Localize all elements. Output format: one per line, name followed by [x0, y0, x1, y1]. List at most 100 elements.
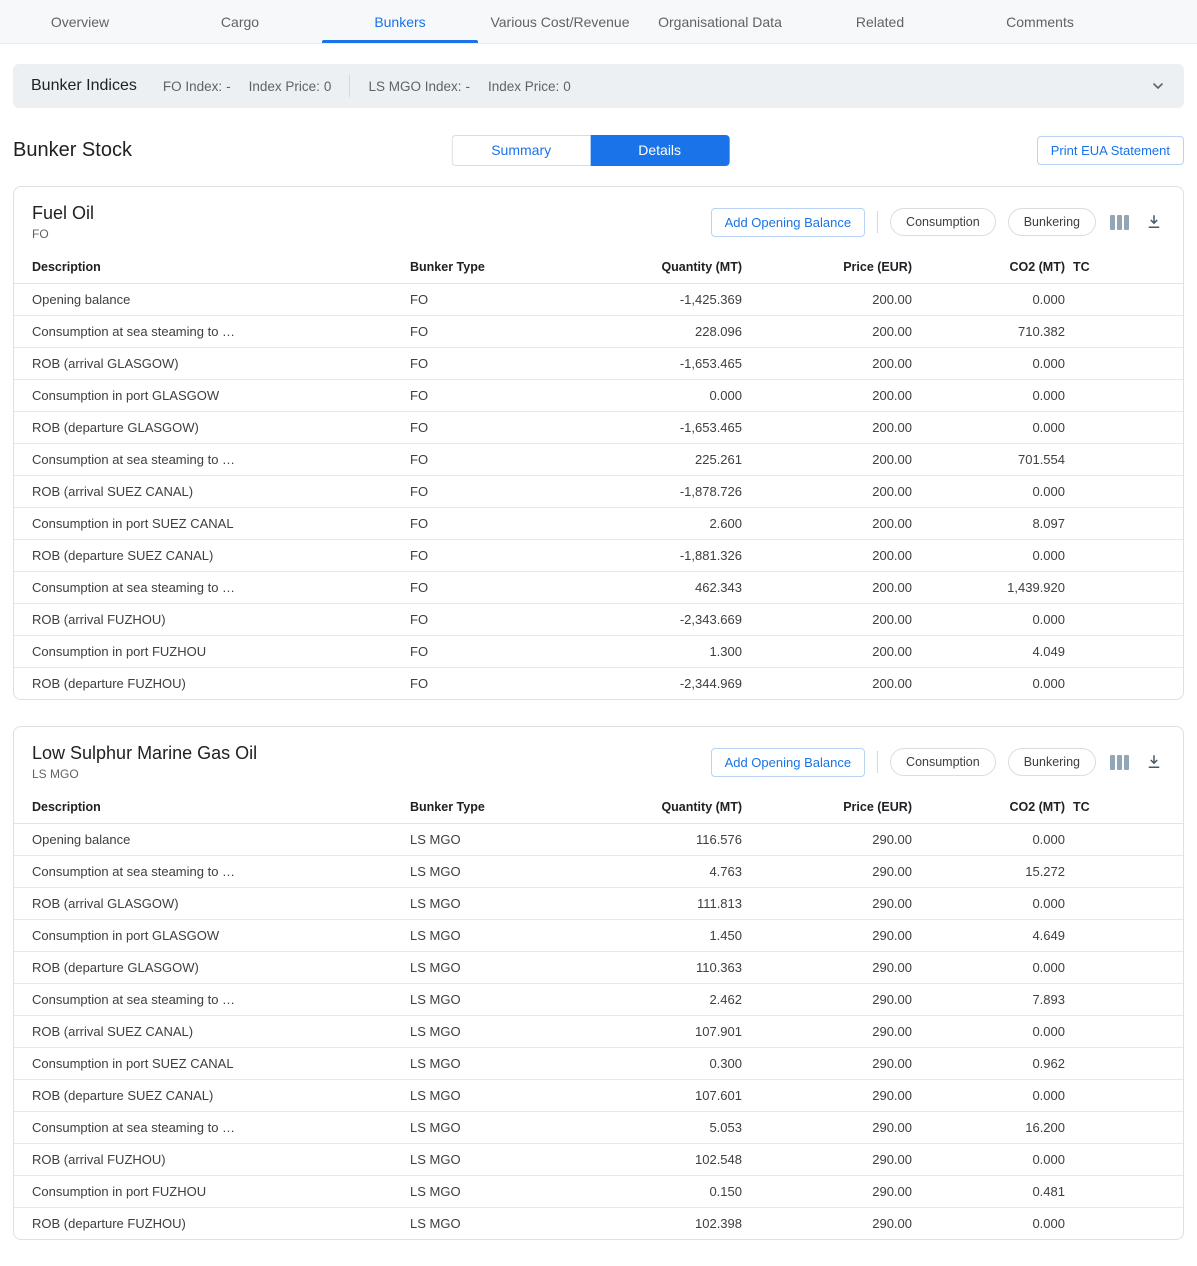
- table-cell: 200.00: [746, 636, 916, 668]
- table-cell: Consumption in port SUEZ CANAL: [14, 1048, 406, 1080]
- bunkering-button[interactable]: Bunkering: [1008, 208, 1096, 236]
- table-cell: 462.343: [633, 572, 746, 604]
- table-cell: LS MGO: [406, 824, 633, 856]
- table-row: Consumption in port GLASGOWFO 0.000200.00…: [14, 380, 1183, 412]
- print-eua-statement-button[interactable]: Print EUA Statement: [1037, 136, 1184, 165]
- table-cell: ROB (departure SUEZ CANAL): [14, 1080, 406, 1112]
- fo-index-price-label: Index Price:: [249, 79, 320, 94]
- consumption-button[interactable]: Consumption: [890, 208, 996, 236]
- table-cell: LS MGO: [406, 1112, 633, 1144]
- indices-divider: [349, 75, 350, 97]
- card-subtitle: FO: [32, 227, 94, 241]
- table-cell: 15.272: [916, 856, 1069, 888]
- table-row: ROB (arrival GLASGOW)FO-1,653.465200.000…: [14, 348, 1183, 380]
- table-cell: 200.00: [746, 476, 916, 508]
- download-icon[interactable]: [1143, 751, 1165, 773]
- table-cell: 2.600: [633, 508, 746, 540]
- header-quantity: Quantity (MT): [633, 251, 746, 284]
- card-title-block: Low Sulphur Marine Gas Oil LS MGO: [32, 743, 257, 781]
- table-cell: LS MGO: [406, 1048, 633, 1080]
- columns-icon[interactable]: [1108, 752, 1131, 773]
- tab-organisational-data[interactable]: Organisational Data: [640, 0, 800, 43]
- table-cell: 290.00: [746, 824, 916, 856]
- table-cell: LS MGO: [406, 952, 633, 984]
- table-cell: 0.000: [916, 476, 1069, 508]
- table-cell: 0.000: [916, 412, 1069, 444]
- table-cell: 290.00: [746, 1048, 916, 1080]
- tab-cargo[interactable]: Cargo: [160, 0, 320, 43]
- tab-comments[interactable]: Comments: [960, 0, 1120, 43]
- table-cell: 102.548: [633, 1144, 746, 1176]
- summary-details-toggle: Summary Details: [451, 135, 729, 166]
- table-cell: 290.00: [746, 888, 916, 920]
- table-cell: 0.000: [916, 1080, 1069, 1112]
- tab-related[interactable]: Related: [800, 0, 960, 43]
- table-header-row: Description Bunker Type Quantity (MT) Pr…: [14, 791, 1183, 824]
- table-cell: [1069, 856, 1183, 888]
- details-toggle-button[interactable]: Details: [590, 135, 729, 166]
- download-icon[interactable]: [1143, 211, 1165, 233]
- bunker-indices-bar: Bunker Indices FO Index:- Index Price:0 …: [13, 64, 1184, 108]
- table-cell: 200.00: [746, 284, 916, 316]
- header-tc: TC: [1069, 251, 1183, 284]
- table-cell: 0.000: [916, 380, 1069, 412]
- fuel-oil-card: Fuel Oil FO Add Opening Balance Consumpt…: [13, 186, 1184, 700]
- chevron-down-icon[interactable]: [1150, 78, 1166, 94]
- table-cell: 290.00: [746, 1208, 916, 1240]
- table-cell: 290.00: [746, 920, 916, 952]
- fo-index-label: FO Index:: [163, 79, 222, 94]
- tab-various-cost-revenue[interactable]: Various Cost/Revenue: [480, 0, 640, 43]
- table-row: Consumption at sea steaming to …LS MGO2.…: [14, 984, 1183, 1016]
- consumption-button[interactable]: Consumption: [890, 748, 996, 776]
- table-cell: 200.00: [746, 348, 916, 380]
- table-cell: [1069, 1112, 1183, 1144]
- table-cell: 225.261: [633, 444, 746, 476]
- header-bunker-type: Bunker Type: [406, 791, 633, 824]
- top-tab-bar: Overview Cargo Bunkers Various Cost/Reve…: [0, 0, 1197, 44]
- fo-index-value: -: [226, 79, 231, 94]
- fuel-oil-table: Description Bunker Type Quantity (MT) Pr…: [14, 251, 1183, 699]
- table-cell: [1069, 1208, 1183, 1240]
- table-cell: FO: [406, 284, 633, 316]
- table-cell: Consumption in port GLASGOW: [14, 380, 406, 412]
- table-cell: [1069, 316, 1183, 348]
- table-cell: 0.150: [633, 1176, 746, 1208]
- table-row: Consumption at sea steaming to …LS MGO4.…: [14, 856, 1183, 888]
- table-cell: ROB (arrival SUEZ CANAL): [14, 476, 406, 508]
- page-title: Bunker Stock: [13, 139, 132, 162]
- table-cell: FO: [406, 668, 633, 700]
- header-description: Description: [14, 791, 406, 824]
- table-cell: 4.763: [633, 856, 746, 888]
- header-co2: CO2 (MT): [916, 791, 1069, 824]
- table-row: ROB (arrival SUEZ CANAL)FO-1,878.726200.…: [14, 476, 1183, 508]
- summary-toggle-button[interactable]: Summary: [451, 135, 590, 166]
- table-row: ROB (arrival GLASGOW)LS MGO111.813290.00…: [14, 888, 1183, 920]
- tab-bunkers[interactable]: Bunkers: [320, 0, 480, 43]
- table-cell: 0.000: [916, 348, 1069, 380]
- table-cell: 290.00: [746, 1112, 916, 1144]
- table-cell: FO: [406, 412, 633, 444]
- columns-icon[interactable]: [1108, 212, 1131, 233]
- card-title: Fuel Oil: [32, 203, 94, 224]
- table-cell: LS MGO: [406, 984, 633, 1016]
- table-row: Consumption at sea steaming to …FO225.26…: [14, 444, 1183, 476]
- table-cell: FO: [406, 508, 633, 540]
- table-cell: LS MGO: [406, 856, 633, 888]
- tab-overview[interactable]: Overview: [0, 0, 160, 43]
- table-cell: LS MGO: [406, 888, 633, 920]
- table-cell: 4.649: [916, 920, 1069, 952]
- table-cell: 7.893: [916, 984, 1069, 1016]
- table-cell: 701.554: [916, 444, 1069, 476]
- table-cell: FO: [406, 572, 633, 604]
- table-cell: 200.00: [746, 380, 916, 412]
- table-row: Consumption at sea steaming to …LS MGO5.…: [14, 1112, 1183, 1144]
- lsmgo-index-price: Index Price:0: [488, 79, 571, 94]
- table-cell: 200.00: [746, 540, 916, 572]
- table-cell: 5.053: [633, 1112, 746, 1144]
- bunkering-button[interactable]: Bunkering: [1008, 748, 1096, 776]
- add-opening-balance-button[interactable]: Add Opening Balance: [711, 748, 865, 777]
- add-opening-balance-button[interactable]: Add Opening Balance: [711, 208, 865, 237]
- fo-index-price-value: 0: [324, 79, 332, 94]
- table-row: ROB (departure FUZHOU)LS MGO102.398290.0…: [14, 1208, 1183, 1240]
- table-cell: FO: [406, 380, 633, 412]
